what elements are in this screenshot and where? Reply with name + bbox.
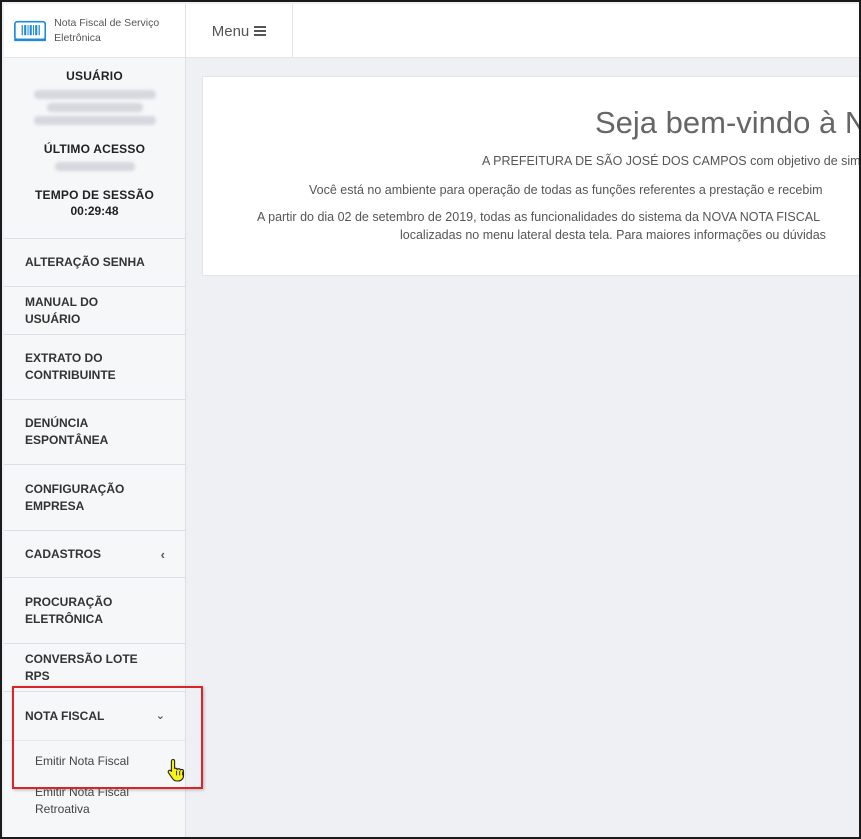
redacted-user-info [33, 116, 156, 125]
sidebar-item-label: MANUAL DO USUÁRIO [25, 294, 99, 326]
intro-text-line: A PREFEITURA DE SÃO JOSÉ DOS CAMPOS com … [482, 154, 861, 168]
brand-title: Nota Fiscal de Serviço Eletrônica [54, 16, 160, 44]
welcome-title: Seja bem-vindo à NO [595, 105, 859, 140]
redacted-user-info [33, 90, 156, 99]
brand[interactable]: Nota Fiscal de Serviço Eletrônica [4, 4, 185, 58]
sidebar-item-cadastros[interactable]: CADASTROS ‹ [4, 531, 185, 578]
intro-text-line: localizadas no menu lateral desta tela. … [400, 228, 826, 242]
sidebar-item-procuracao-eletronica[interactable]: PROCURAÇÃO ELETRÔNICA [4, 578, 185, 644]
sidebar-item-conversao-lote-rps[interactable]: CONVERSÃO LOTE RPS [4, 644, 185, 692]
last-access-label: ÚLTIMO ACESSO [43, 142, 146, 156]
sidebar-item-alteracao-senha[interactable]: ALTERAÇÃO SENHA [4, 239, 185, 287]
sidebar-item-label: DENÚNCIA ESPONTÂNEA [25, 416, 109, 447]
sidebar-item-label: ALTERAÇÃO SENHA [25, 255, 145, 269]
session-time-value: 00:29:48 [70, 204, 119, 218]
sidebar-item-label: CADASTROS [25, 546, 102, 561]
invoice-barcode-icon [14, 20, 47, 41]
sidebar-item-label: CONFIGURAÇÃO EMPRESA [25, 481, 125, 513]
menu-toggle-button[interactable]: Menu [186, 4, 293, 58]
sidebar-item-label: CONVERSÃO LOTE RPS [25, 651, 138, 683]
sidebar-item-label: PROCURAÇÃO ELETRÔNICA [25, 594, 113, 626]
sidebar-item-configuracao-empresa[interactable]: CONFIGURAÇÃO EMPRESA [4, 465, 185, 531]
welcome-card: Seja bem-vindo à NO A PREFEITURA DE SÃO … [202, 76, 861, 276]
sidebar-item-manual-usuario[interactable]: MANUAL DO USUÁRIO [4, 287, 185, 335]
intro-text-line: A partir do dia 02 de setembro de 2019, … [257, 210, 821, 224]
redacted-last-access [54, 162, 135, 171]
user-label: USUÁRIO [66, 69, 123, 83]
redacted-user-info [46, 103, 143, 112]
session-time-label: TEMPO DE SESSÃO [34, 188, 155, 202]
intro-text-line: Você está no ambiente para operação de t… [309, 183, 823, 197]
hamburger-icon [254, 24, 267, 38]
menu-label: Menu [211, 22, 250, 40]
app-window: Nota Fiscal de Serviço Eletrônica USUÁRI… [0, 0, 861, 839]
sidebar-item-label: EXTRATO DO CONTRIBUINTE [25, 351, 116, 382]
top-bar: Menu [186, 4, 859, 58]
hand-pointer-icon [167, 758, 185, 782]
user-panel: USUÁRIO ÚLTIMO ACESSO TEMPO DE SESSÃO 00… [4, 58, 185, 239]
submenu-item-label: Emitir Nota Fiscal Retroativa [35, 785, 130, 816]
sidebar-item-extrato-contribuinte[interactable]: EXTRATO DO CONTRIBUINTE [4, 335, 185, 400]
chevron-left-icon: ‹ [160, 546, 165, 562]
sidebar-item-denuncia-espontanea[interactable]: DENÚNCIA ESPONTÂNEA [4, 400, 185, 465]
